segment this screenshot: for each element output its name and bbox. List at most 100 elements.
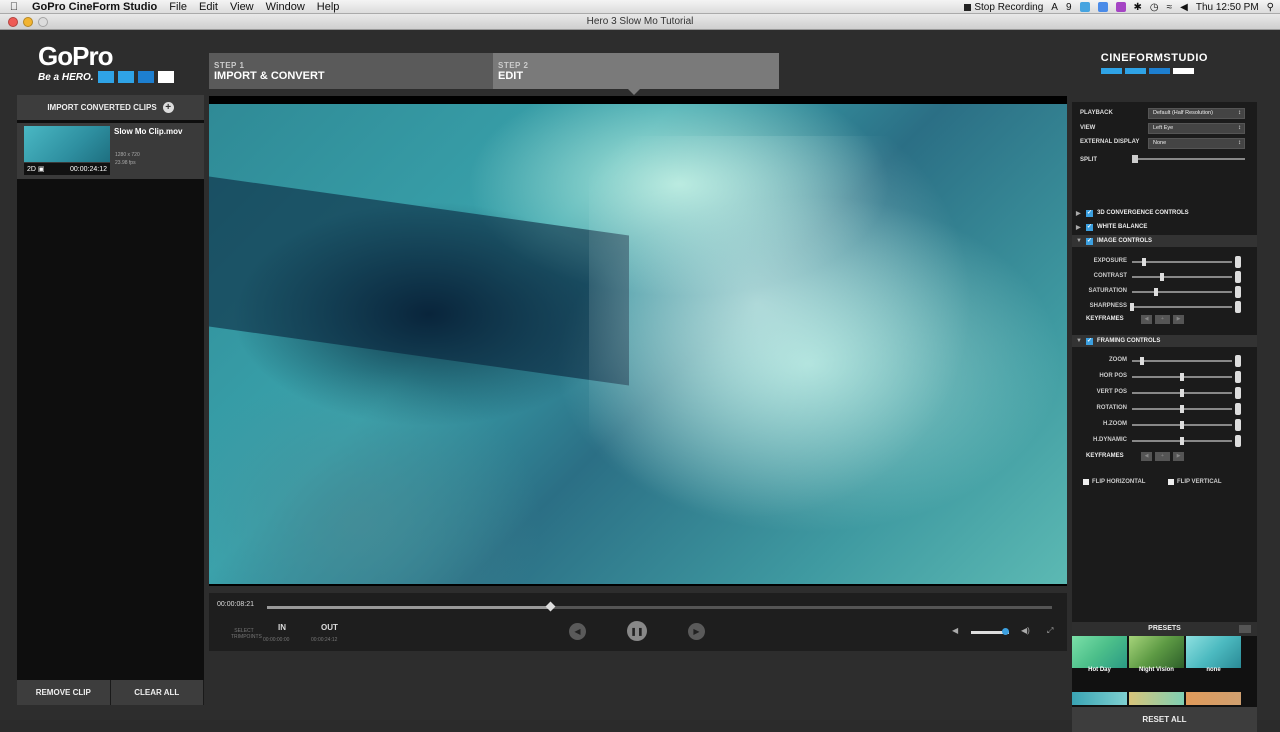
next-keyframe-button[interactable]: ▶ [1173, 315, 1184, 324]
image-slider-handle[interactable] [1154, 288, 1158, 296]
menu-view[interactable]: View [224, 0, 260, 14]
gear-icon[interactable] [1239, 625, 1251, 633]
playhead-handle[interactable] [545, 601, 556, 612]
framing-slider[interactable] [1132, 357, 1232, 365]
app-menu[interactable]: GoPro CineForm Studio [28, 0, 163, 14]
preset-hot-day[interactable] [1072, 636, 1127, 668]
framing-slider-handle[interactable] [1140, 357, 1144, 365]
image-slider[interactable] [1130, 303, 1232, 311]
add-keyframe-button[interactable]: + [1155, 315, 1170, 324]
image-stepper[interactable] [1235, 271, 1241, 283]
remove-clip-button[interactable]: REMOVE CLIP [17, 680, 111, 705]
volume-handle[interactable] [1002, 628, 1009, 635]
framing-stepper[interactable] [1235, 387, 1241, 399]
framing-stepper[interactable] [1235, 355, 1241, 367]
menu-window[interactable]: Window [260, 0, 311, 14]
menu-file[interactable]: File [163, 0, 193, 14]
tray-icon[interactable] [1115, 2, 1126, 12]
image-slider[interactable] [1132, 273, 1232, 281]
preset-night-vision[interactable] [1129, 636, 1184, 668]
image-stepper[interactable] [1235, 256, 1241, 268]
checkbox-icon[interactable]: ✓ [1086, 209, 1093, 217]
framing-stepper[interactable] [1235, 403, 1241, 415]
flip-vertical-label: FLIP VERTICAL [1177, 479, 1222, 485]
image-stepper[interactable] [1235, 286, 1241, 298]
video-preview[interactable] [209, 96, 1067, 586]
apple-icon[interactable]:  [0, 1, 28, 13]
image-stepper[interactable] [1235, 301, 1241, 313]
framing-slider[interactable] [1132, 389, 1232, 397]
preset-thumbnail[interactable] [1072, 692, 1127, 705]
bluetooth-icon[interactable]: ✱ [1134, 2, 1142, 13]
add-keyframe-button[interactable]: + [1155, 452, 1170, 461]
framing-stepper[interactable] [1235, 435, 1241, 447]
tab-edit[interactable]: STEP 2 EDIT [493, 53, 779, 95]
menu-edit[interactable]: Edit [193, 0, 224, 14]
previous-frame-button[interactable]: ◀ [569, 623, 586, 640]
scrubber-track[interactable] [267, 601, 1052, 612]
play-pause-button[interactable]: ❚❚ [627, 621, 647, 641]
preset-thumbnail[interactable] [1129, 692, 1184, 705]
adobe-icon[interactable]: A [1051, 2, 1058, 13]
next-keyframe-button[interactable]: ▶ [1173, 452, 1184, 461]
section-label: WHITE BALANCE [1097, 224, 1148, 230]
time-machine-icon[interactable]: ◷ [1150, 2, 1159, 13]
section-3d-convergence[interactable]: ▶ ✓ 3D CONVERGENCE CONTROLS [1072, 207, 1257, 219]
clip-item[interactable]: 2D ▣ 00:00:24:12 Slow Mo Clip.mov 1280 x… [17, 123, 204, 179]
checkbox-icon[interactable]: ✓ [1086, 223, 1093, 231]
framing-slider-handle[interactable] [1180, 437, 1184, 445]
section-image-controls[interactable]: ▼ ✓ IMAGE CONTROLS [1072, 235, 1257, 247]
view-select[interactable]: Left Eye [1148, 123, 1245, 134]
framing-stepper[interactable] [1235, 371, 1241, 383]
flip-vertical-checkbox[interactable]: FLIP VERTICAL [1168, 479, 1222, 485]
framing-slider-handle[interactable] [1180, 405, 1184, 413]
image-slider-handle[interactable] [1142, 258, 1146, 266]
app-tray-icon[interactable] [1097, 2, 1108, 12]
tab-import-convert[interactable]: STEP 1 IMPORT & CONVERT [209, 53, 493, 89]
checkbox-icon[interactable] [1083, 479, 1089, 485]
framing-slider[interactable] [1132, 373, 1232, 381]
checkbox-icon[interactable]: ✓ [1086, 337, 1093, 345]
clear-all-button[interactable]: CLEAR ALL [110, 680, 204, 705]
stop-recording-button[interactable]: Stop Recording [964, 2, 1043, 13]
prev-keyframe-button[interactable]: ◀ [1141, 315, 1152, 324]
spotlight-icon[interactable]: ⚲ [1267, 2, 1274, 13]
framing-slider[interactable] [1132, 405, 1232, 413]
prev-keyframe-button[interactable]: ◀ [1141, 452, 1152, 461]
preset-label: Hot Day [1088, 667, 1111, 673]
in-label[interactable]: IN [278, 623, 286, 632]
menu-help[interactable]: Help [311, 0, 346, 14]
volume-icon[interactable]: ◀ [1180, 2, 1188, 13]
image-slider[interactable] [1132, 258, 1232, 266]
import-clips-button[interactable]: IMPORT CONVERTED CLIPS + [17, 95, 204, 120]
image-slider-handle[interactable] [1160, 273, 1164, 281]
framing-stepper[interactable] [1235, 419, 1241, 431]
section-framing-controls[interactable]: ▼ ✓ FRAMING CONTROLS [1072, 335, 1257, 347]
framing-slider-handle[interactable] [1180, 421, 1184, 429]
preset-none[interactable] [1186, 636, 1241, 668]
split-slider[interactable] [1132, 155, 1245, 163]
volume-slider[interactable] [971, 628, 1009, 635]
stop-icon [964, 3, 972, 11]
current-timecode: 00:00:08:21 [217, 601, 254, 608]
dropbox-icon[interactable] [1079, 2, 1090, 12]
flip-horizontal-checkbox[interactable]: FLIP HORIZONTAL [1083, 479, 1145, 485]
framing-slider-handle[interactable] [1180, 373, 1184, 381]
section-white-balance[interactable]: ▶ ✓ WHITE BALANCE [1072, 221, 1257, 233]
checkbox-icon[interactable] [1168, 479, 1174, 485]
image-slider[interactable] [1132, 288, 1232, 296]
next-frame-button[interactable]: ▶ [688, 623, 705, 640]
fullscreen-icon[interactable]: ⤢ [1047, 626, 1053, 636]
split-handle[interactable] [1132, 155, 1138, 163]
wifi-icon[interactable]: ≈ [1167, 2, 1173, 13]
checkbox-icon[interactable]: ✓ [1086, 237, 1093, 245]
out-label[interactable]: OUT [321, 623, 338, 632]
image-slider-handle[interactable] [1130, 303, 1134, 311]
clock[interactable]: Thu 12:50 PM [1196, 2, 1259, 13]
framing-slider-handle[interactable] [1180, 389, 1184, 397]
external-display-select[interactable]: None [1148, 138, 1245, 149]
framing-slider[interactable] [1132, 421, 1232, 429]
framing-slider[interactable] [1132, 437, 1232, 445]
playback-select[interactable]: Default (Half Resolution) [1148, 108, 1245, 119]
preset-thumbnail[interactable] [1186, 692, 1241, 705]
